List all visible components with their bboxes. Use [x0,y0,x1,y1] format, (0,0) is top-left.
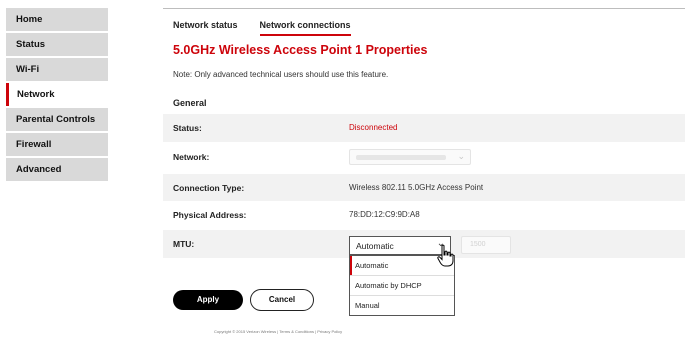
network-select-value [356,155,446,160]
sidebar-item-status[interactable]: Status [6,33,108,56]
mtu-select[interactable]: Automatic ⌄ [349,236,451,255]
cancel-button[interactable]: Cancel [250,289,314,311]
sidebar-item-network[interactable]: Network [6,83,108,106]
status-value: Disconnected [349,123,398,132]
mtu-row: MTU: Automatic ⌄ 1500 [163,230,685,258]
page-title: 5.0GHz Wireless Access Point 1 Propertie… [173,43,428,57]
tab-network-connections[interactable]: Network connections [259,20,351,36]
physical-address-value: 78:DD:12:C9:9D:A8 [349,210,420,219]
mtu-option-manual[interactable]: Manual [350,295,454,315]
sidebar-item-wifi[interactable]: Wi-Fi [6,58,108,81]
section-title-general: General [173,98,207,108]
physical-address-label: Physical Address: [173,210,247,220]
connection-type-label: Connection Type: [173,183,245,193]
network-row: Network: ⌄ [163,143,685,171]
network-label: Network: [173,152,210,162]
mtu-select-value: Automatic [356,241,394,251]
tab-bar: Network status Network connections [173,20,351,36]
connection-type-row: Connection Type: Wireless 802.11 5.0GHz … [163,174,685,202]
sidebar-item-home[interactable]: Home [6,8,108,31]
sidebar-item-firewall[interactable]: Firewall [6,133,108,156]
mtu-value-placeholder: 1500 [470,241,486,248]
status-row: Status: Disconnected [163,114,685,142]
mtu-option-automatic-dhcp[interactable]: Automatic by DHCP [350,275,454,295]
advanced-note: Note: Only advanced technical users shou… [173,70,389,79]
chevron-down-icon: ⌄ [457,151,465,161]
mtu-label: MTU: [173,239,195,249]
network-select[interactable]: ⌄ [349,149,471,165]
mtu-value-input[interactable]: 1500 [461,236,511,254]
apply-button[interactable]: Apply [173,290,243,310]
footer-text: Copyright © 2015 Verizon Wireless | Term… [214,329,343,334]
top-divider [163,8,685,9]
sidebar-item-advanced[interactable]: Advanced [6,158,108,181]
hand-cursor-icon [437,244,455,273]
status-label: Status: [173,123,202,133]
connection-type-value: Wireless 802.11 5.0GHz Access Point [349,183,484,192]
sidebar-item-parental-controls[interactable]: Parental Controls [6,108,108,131]
tab-network-status[interactable]: Network status [173,20,238,36]
physical-address-row: Physical Address: 78:DD:12:C9:9D:A8 [163,201,685,229]
sidebar-nav: Home Status Wi-Fi Network Parental Contr… [6,8,108,183]
